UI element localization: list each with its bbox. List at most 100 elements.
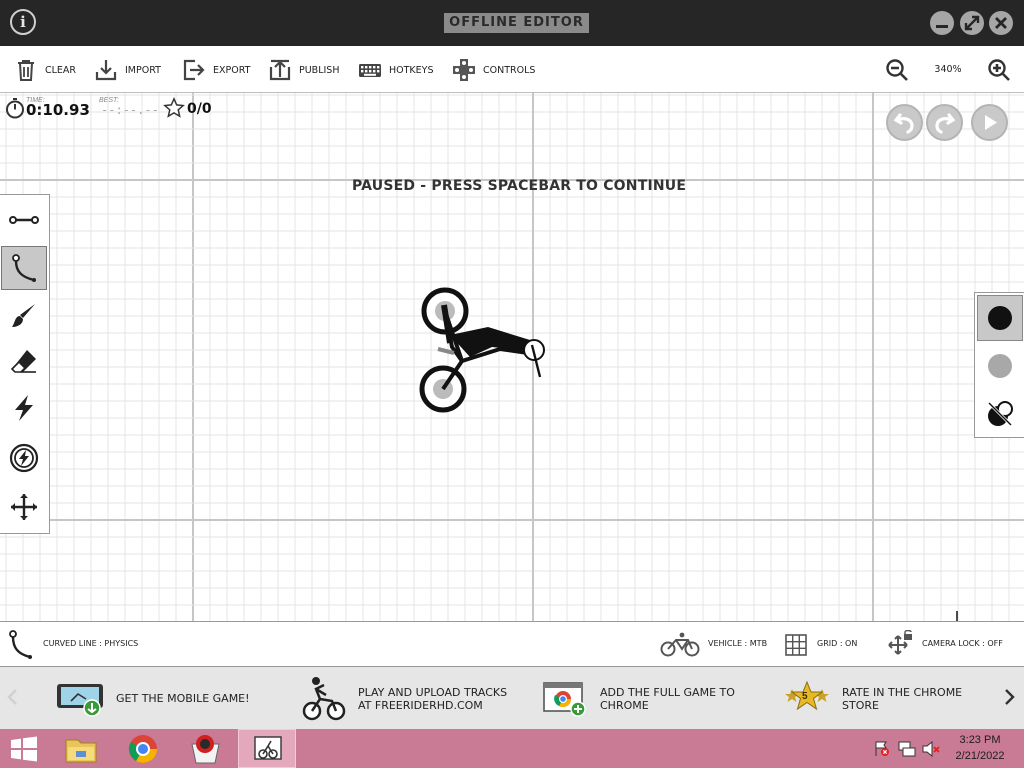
chrome-add-icon[interactable]	[543, 681, 589, 717]
clear-label: CLEAR	[45, 64, 77, 76]
promo-rate-text[interactable]: RATE IN THE CHROME STORE	[842, 686, 962, 712]
lightning-icon	[15, 395, 33, 421]
game-window: i OFFLINE EDITOR CLEAR IMPORT EXPORT PUB…	[0, 0, 1024, 768]
minimize-button[interactable]	[930, 11, 954, 35]
promo-mobile-text[interactable]: GET THE MOBILE GAME!	[116, 692, 250, 705]
chrome-icon	[129, 735, 157, 763]
cursor-mark	[956, 611, 958, 621]
line-type-panel	[974, 292, 1024, 438]
tool-eraser[interactable]	[1, 339, 47, 383]
star-icon	[163, 97, 185, 118]
zoom-out-icon[interactable]	[885, 58, 909, 82]
color-scenery-button[interactable]	[977, 343, 1023, 389]
tool-powerups[interactable]	[1, 386, 47, 430]
network-icon[interactable]	[898, 741, 916, 757]
editor-toolbar: CLEAR IMPORT EXPORT PUBLISH HOTKEYS CONT…	[0, 46, 1024, 93]
undo-button[interactable]	[886, 104, 923, 141]
gray-circle-icon	[988, 354, 1012, 378]
best-value: --:--.--	[101, 103, 159, 117]
publish-button[interactable]: PUBLISH	[268, 58, 339, 82]
tool-brush[interactable]	[1, 294, 47, 338]
hotkeys-button[interactable]: HOTKEYS	[358, 58, 434, 82]
minimize-icon	[936, 25, 948, 28]
grid-icon[interactable]	[785, 634, 807, 656]
zoom-in-icon[interactable]	[987, 58, 1011, 82]
trash-icon	[18, 60, 34, 81]
volume-muted-icon[interactable]	[922, 741, 940, 757]
clear-button[interactable]: CLEAR	[14, 58, 76, 82]
play-icon	[985, 115, 997, 130]
gamepad-icon	[453, 59, 475, 81]
star-badge-number: 5	[802, 691, 808, 702]
camera-lock-icon[interactable]	[886, 630, 914, 658]
status-bar: CURVED LINE : PHYSICS VEHICLE : MTB GRID…	[0, 621, 1024, 667]
mobile-game-promo[interactable]	[56, 681, 104, 722]
bike-rider	[419, 287, 545, 413]
export-label: EXPORT	[213, 64, 251, 76]
app-store-taskbar-button[interactable]	[178, 730, 233, 768]
play-button[interactable]	[971, 104, 1008, 141]
redo-button[interactable]	[926, 104, 963, 141]
promo-rate-line2: STORE	[842, 699, 879, 712]
rating-stars-badge[interactable]: 5	[781, 680, 833, 715]
track-canvas[interactable]: TIME: 0:10.93 BEST: --:--.-- 0/0 PAUSED …	[0, 93, 1024, 621]
close-icon	[995, 17, 1007, 29]
curve-icon	[12, 254, 36, 282]
curve-icon	[9, 630, 32, 659]
controls-label: CONTROLS	[483, 64, 536, 76]
tool-vehicle-powerups[interactable]	[1, 436, 47, 480]
promo-upload-text[interactable]: PLAY AND UPLOAD TRACKS AT FREERIDERHD.CO…	[358, 686, 507, 712]
zoom-level: 340%	[934, 64, 962, 75]
physics-color-swatch	[988, 306, 1012, 330]
tools-panel	[0, 194, 50, 534]
targets-count: 0/0	[187, 101, 212, 117]
game-taskbar-button[interactable]	[238, 729, 296, 768]
mobile-game-icon	[57, 684, 103, 717]
export-icon	[183, 59, 205, 81]
clock-time[interactable]: 3:23 PM	[945, 734, 1015, 746]
eraser-icon	[10, 350, 36, 373]
publish-icon	[269, 59, 291, 81]
clock-date[interactable]: 2/21/2022	[945, 750, 1015, 762]
vehicle-status: VEHICLE : MTB	[708, 639, 768, 648]
camera-lock-status: CAMERA LOCK : OFF	[922, 639, 1003, 648]
import-button[interactable]: IMPORT	[94, 58, 161, 82]
paused-message: PAUSED - PRESS SPACEBAR TO CONTINUE	[352, 178, 687, 194]
controls-button[interactable]: CONTROLS	[452, 58, 535, 82]
promo-rate-line1: RATE IN THE CHROME	[842, 686, 963, 699]
close-button[interactable]	[989, 11, 1013, 35]
action-center-flag-icon[interactable]	[874, 741, 890, 757]
windows-start-icon[interactable]	[10, 736, 38, 762]
promo-upload-line2: AT FREERIDERHD.COM	[358, 699, 483, 712]
keyboard-icon	[359, 64, 381, 77]
window-title: OFFLINE EDITOR	[444, 13, 589, 33]
chevron-right-icon[interactable]	[1002, 686, 1016, 708]
promo-chrome-text[interactable]: ADD THE FULL GAME TO CHROME	[600, 686, 735, 712]
maximize-button[interactable]	[960, 11, 984, 35]
move-icon	[11, 494, 37, 520]
info-button[interactable]: i	[10, 9, 36, 35]
publish-label: PUBLISH	[299, 64, 340, 76]
tool-curved-line[interactable]	[1, 246, 47, 290]
chevron-left-icon[interactable]	[6, 686, 20, 708]
chrome-taskbar-button[interactable]	[118, 730, 168, 768]
brush-icon	[12, 304, 35, 327]
tool-camera[interactable]	[1, 485, 47, 529]
promo-chrome-line2: CHROME	[600, 699, 649, 712]
bike-icon[interactable]	[660, 632, 700, 658]
rider-icon[interactable]	[302, 675, 346, 721]
black-circle-icon	[988, 306, 1012, 330]
color-physics-button[interactable]	[977, 295, 1023, 341]
import-icon	[95, 60, 117, 81]
export-button[interactable]: EXPORT	[182, 58, 250, 82]
file-explorer-taskbar-button[interactable]	[56, 730, 106, 768]
promo-chrome-line1: ADD THE FULL GAME TO	[600, 686, 735, 699]
time-value: 0:10.93	[26, 101, 90, 119]
color-none-button[interactable]	[977, 391, 1023, 437]
stopwatch-icon	[6, 98, 24, 119]
promo-upload-line1: PLAY AND UPLOAD TRACKS	[358, 686, 508, 699]
tool-straight-line[interactable]	[1, 198, 47, 242]
undo-icon	[893, 113, 914, 134]
title-bar: i OFFLINE EDITOR	[0, 0, 1024, 46]
grid-status: GRID : ON	[817, 639, 858, 648]
